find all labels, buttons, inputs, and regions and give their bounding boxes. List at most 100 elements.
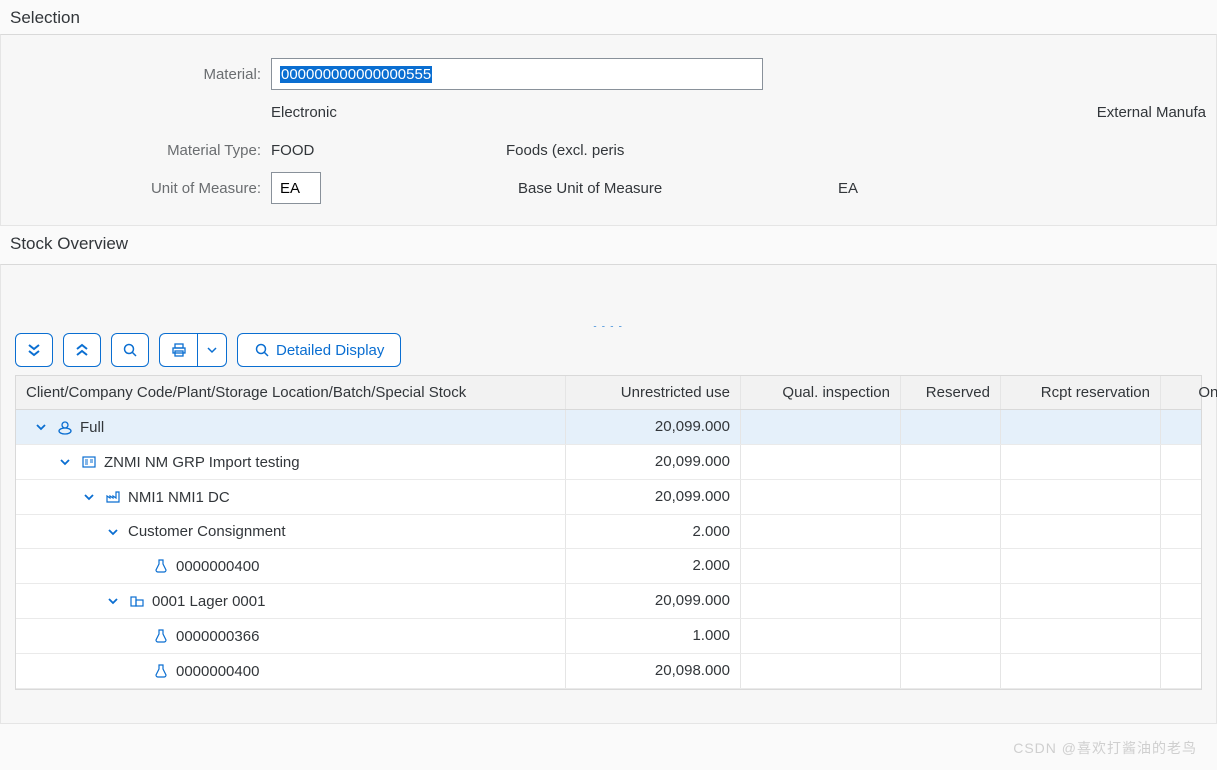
node-label: ZNMI NM GRP Import testing [104, 454, 300, 471]
batch-icon [152, 662, 170, 680]
material-input-value: 000000000000000555 [280, 66, 432, 83]
stock-overview-panel: Detailed Display Client/Company Code/Pla… [0, 264, 1217, 724]
cell-unrestricted: 2.000 [566, 515, 741, 548]
cell-reserved [901, 480, 1001, 514]
cell-rcpt [1001, 654, 1161, 688]
table-body: Full20,099.000ZNMI NM GRP Import testing… [16, 410, 1201, 689]
cell-qual [741, 654, 901, 688]
chevron-down-icon [206, 344, 218, 356]
cell-qual [741, 515, 901, 548]
col-qual-inspection[interactable]: Qual. inspection [741, 376, 901, 409]
search-icon [122, 342, 138, 358]
cell-reserved [901, 619, 1001, 653]
node-label: 0001 Lager 0001 [152, 593, 265, 610]
cell-qual [741, 619, 901, 653]
selection-form: Material: 000000000000000555 Electronic … [0, 34, 1217, 226]
sloc-icon [128, 592, 146, 610]
node-label: NMI1 NMI1 DC [128, 489, 230, 506]
col-reserved[interactable]: Reserved [901, 376, 1001, 409]
material-type-value: FOOD [271, 142, 496, 159]
label-material-type: Material Type: [11, 142, 271, 159]
cell-onorder [1161, 584, 1217, 618]
node-label: 0000000400 [176, 663, 259, 680]
print-icon [171, 342, 187, 358]
expand-all-button[interactable] [15, 333, 53, 367]
cell-onorder [1161, 410, 1217, 444]
collapse-all-button[interactable] [63, 333, 101, 367]
cell-reserved [901, 549, 1001, 583]
table-row[interactable]: NMI1 NMI1 DC 20,099.000 [16, 480, 1201, 515]
cell-qual [741, 410, 901, 444]
expand-toggle[interactable] [32, 421, 50, 433]
table-row[interactable]: 0000000400 20,098.000 [16, 654, 1201, 689]
plant-icon [104, 488, 122, 506]
uom-input[interactable] [271, 172, 321, 204]
detailed-display-label: Detailed Display [276, 342, 384, 359]
label-uom: Unit of Measure: [11, 180, 271, 197]
cell-rcpt [1001, 549, 1161, 583]
row-uom: Unit of Measure: Base Unit of Measure EA [11, 169, 1206, 207]
base-uom-label: Base Unit of Measure [518, 180, 828, 197]
double-chevron-up-icon [74, 342, 90, 358]
col-on-order[interactable]: On-Or [1161, 376, 1217, 409]
col-rcpt-reservation[interactable]: Rcpt reservation [1001, 376, 1161, 409]
cell-unrestricted: 20,099.000 [566, 445, 741, 479]
cell-qual [741, 445, 901, 479]
cell-unrestricted: 2.000 [566, 549, 741, 583]
row-material-type: Material Type: FOOD Foods (excl. peris [11, 131, 1206, 169]
cell-unrestricted: 20,099.000 [566, 480, 741, 514]
cell-reserved [901, 410, 1001, 444]
table-header: Client/Company Code/Plant/Storage Locati… [16, 376, 1201, 410]
batch-icon [152, 557, 170, 575]
cell-reserved [901, 654, 1001, 688]
double-chevron-down-icon [26, 342, 42, 358]
print-button[interactable] [159, 333, 197, 367]
stock-table: Client/Company Code/Plant/Storage Locati… [15, 375, 1202, 690]
table-row[interactable]: Customer Consignment2.000 [16, 515, 1201, 549]
table-row[interactable]: 0001 Lager 0001 20,099.000 [16, 584, 1201, 619]
table-row[interactable]: Full 20,099.000 [16, 410, 1201, 445]
cell-unrestricted: 20,099.000 [566, 410, 741, 444]
cell-unrestricted: 20,099.000 [566, 584, 741, 618]
external-manufacturer-label: External Manufa [1097, 104, 1206, 121]
print-dropdown-button[interactable] [197, 333, 227, 367]
cell-onorder [1161, 654, 1217, 688]
cell-qual [741, 584, 901, 618]
stock-overview-title: Stock Overview [0, 226, 1217, 260]
cell-rcpt [1001, 584, 1161, 618]
search-button[interactable] [111, 333, 149, 367]
expand-toggle[interactable] [56, 456, 74, 468]
cell-unrestricted: 20,098.000 [566, 654, 741, 688]
batch-icon [152, 627, 170, 645]
label-material: Material: [11, 66, 271, 83]
expand-toggle[interactable] [80, 491, 98, 503]
watermark: CSDN @喜欢打酱油的老鸟 [1013, 738, 1197, 758]
node-label: 0000000400 [176, 558, 259, 575]
cell-onorder [1161, 549, 1217, 583]
toolbar: Detailed Display [1, 327, 1216, 375]
cell-onorder [1161, 619, 1217, 653]
cell-reserved [901, 515, 1001, 548]
selection-title: Selection [0, 0, 1217, 34]
expand-toggle[interactable] [104, 526, 122, 538]
col-unrestricted[interactable]: Unrestricted use [566, 376, 741, 409]
full-icon [56, 418, 74, 436]
col-hierarchy[interactable]: Client/Company Code/Plant/Storage Locati… [16, 376, 566, 409]
node-label: Full [80, 419, 104, 436]
cell-qual [741, 480, 901, 514]
cell-unrestricted: 1.000 [566, 619, 741, 653]
cell-reserved [901, 584, 1001, 618]
table-row[interactable]: 0000000400 2.000 [16, 549, 1201, 584]
material-type-desc: Foods (excl. peris [506, 142, 624, 159]
material-input[interactable]: 000000000000000555 [271, 58, 763, 90]
material-description: Electronic [271, 104, 337, 121]
cell-rcpt [1001, 619, 1161, 653]
table-row[interactable]: ZNMI NM GRP Import testing 20,099.000 [16, 445, 1201, 480]
cell-rcpt [1001, 445, 1161, 479]
table-row[interactable]: 0000000366 1.000 [16, 619, 1201, 654]
expand-toggle[interactable] [104, 595, 122, 607]
row-material-desc: Electronic External Manufa [11, 93, 1206, 131]
detailed-display-button[interactable]: Detailed Display [237, 333, 401, 367]
node-label: 0000000366 [176, 628, 259, 645]
cell-onorder [1161, 515, 1217, 548]
